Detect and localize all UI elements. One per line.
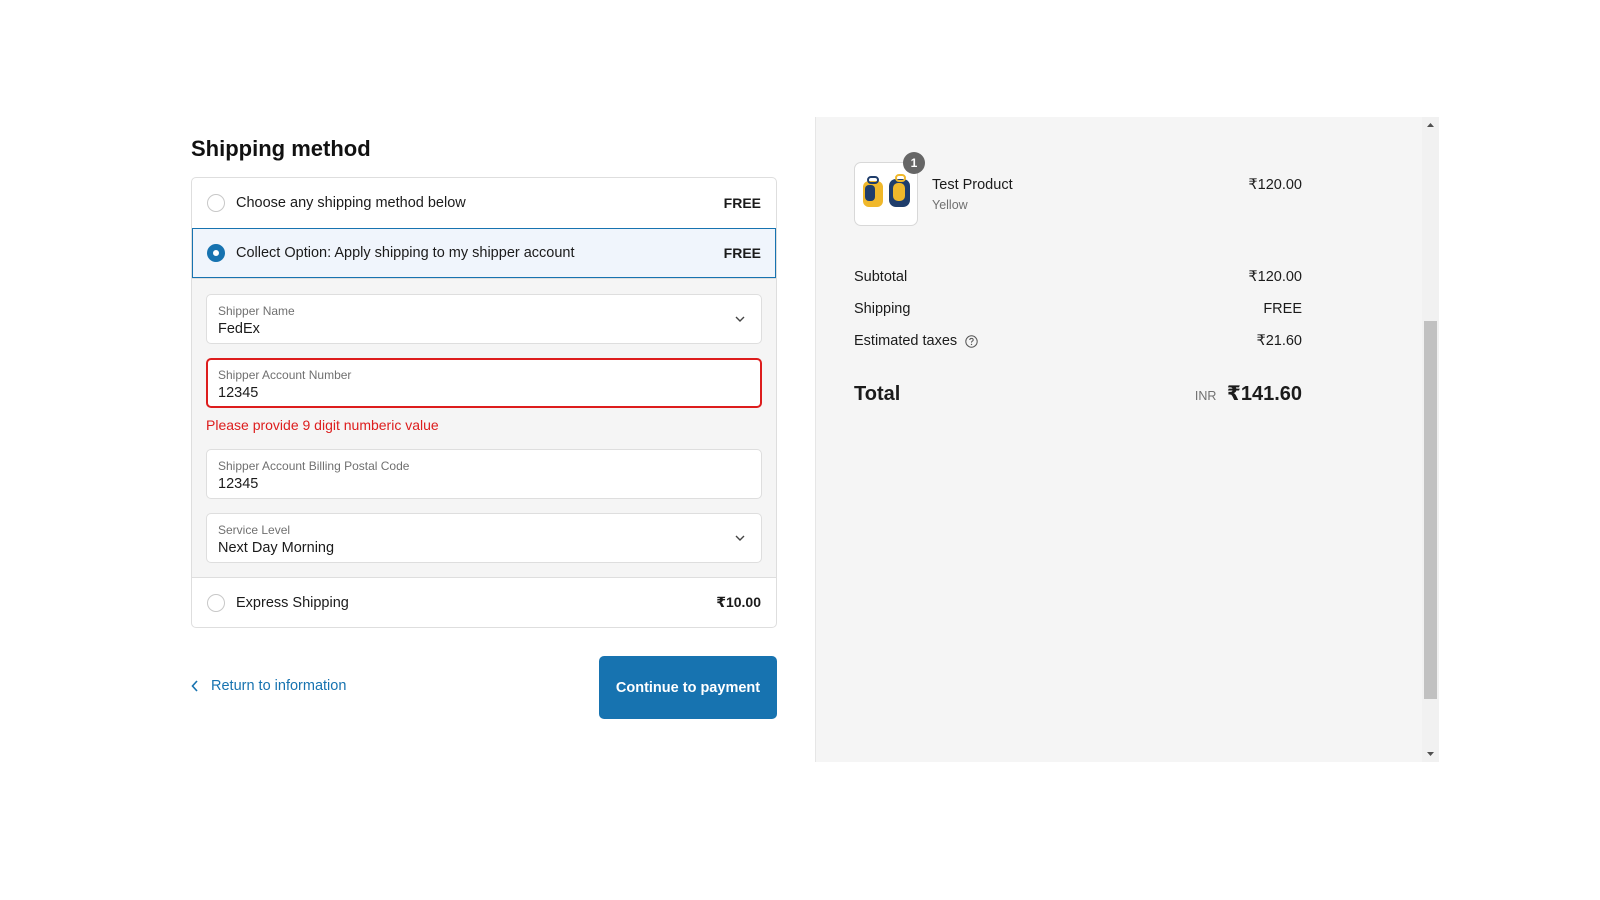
- return-link-label: Return to information: [211, 678, 347, 694]
- checkout-actions: Return to information Continue to paymen…: [191, 656, 777, 720]
- product-thumbnail: 1: [854, 152, 925, 226]
- field-value: FedEx: [218, 321, 260, 337]
- shipping-label: Shipping: [854, 301, 911, 317]
- shipping-option-collect[interactable]: Collect Option: Apply shipping to my shi…: [192, 228, 776, 278]
- chevron-down-icon: [735, 535, 745, 541]
- help-circle-icon[interactable]: [965, 334, 978, 348]
- product-name: Test Product: [932, 177, 1013, 193]
- total-row: Total INR ₹141.60: [854, 381, 1302, 406]
- shipping-option-label: Express Shipping: [236, 594, 349, 611]
- field-error-message: Please provide 9 digit numberic value: [206, 417, 439, 433]
- radio-button[interactable]: [207, 593, 225, 612]
- product-price: ₹120.00: [1248, 177, 1302, 193]
- shipping-option-label: Choose any shipping method below: [236, 195, 466, 211]
- chevron-down-icon: [735, 316, 745, 322]
- subtotal-value: ₹120.00: [1248, 269, 1302, 285]
- cart-line-item: 1 Test Product Yellow ₹120.00: [854, 152, 1302, 228]
- service-level-select[interactable]: Service Level Next Day Morning: [206, 513, 762, 563]
- shipping-option-price: FREE: [723, 195, 761, 211]
- product-variant: Yellow: [932, 198, 968, 212]
- taxes-label: Estimated taxes: [854, 333, 958, 349]
- shipping-row: Shipping FREE: [854, 301, 1302, 317]
- field-value: Next Day Morning: [218, 540, 335, 556]
- taxes-value: ₹21.60: [1256, 333, 1302, 349]
- scroll-down-arrow-icon[interactable]: [1422, 745, 1439, 762]
- return-to-information-link[interactable]: Return to information: [191, 678, 346, 694]
- shipper-account-number-input[interactable]: Shipper Account Number 12345: [206, 358, 762, 408]
- total-amount: ₹141.60: [1226, 383, 1302, 405]
- field-value: 12345: [218, 476, 259, 492]
- total-label: Total: [854, 383, 901, 405]
- shipping-value: FREE: [1263, 301, 1302, 317]
- continue-to-payment-button[interactable]: Continue to payment: [599, 656, 777, 719]
- summary-scrollbar[interactable]: [1422, 117, 1439, 762]
- shipping-option-express[interactable]: Express Shipping ₹10.00: [192, 577, 776, 627]
- total-currency: INR: [1194, 389, 1217, 403]
- order-summary: 1 Test Product Yellow ₹120.00 Subtotal ₹…: [815, 117, 1439, 762]
- shipping-option-price: FREE: [723, 245, 761, 261]
- shipping-option-choose[interactable]: Choose any shipping method below FREE: [192, 178, 776, 228]
- shipping-method-list: Choose any shipping method below FREE Co…: [191, 177, 777, 628]
- radio-button-selected[interactable]: [207, 244, 225, 262]
- shipper-name-select[interactable]: Shipper Name FedEx: [206, 294, 762, 344]
- collect-option-form: Shipper Name FedEx Shipper Account Numbe…: [192, 278, 776, 577]
- subtotal-label: Subtotal: [854, 269, 908, 285]
- quantity-badge: 1: [903, 152, 925, 174]
- page-title: Shipping method: [191, 136, 371, 161]
- radio-button[interactable]: [207, 194, 225, 212]
- field-label: Shipper Account Billing Postal Code: [218, 459, 410, 473]
- shipping-option-label: Collect Option: Apply shipping to my shi…: [236, 245, 575, 261]
- scroll-up-arrow-icon[interactable]: [1422, 117, 1439, 134]
- chevron-left-icon: [191, 680, 198, 692]
- scrollbar-thumb[interactable]: [1424, 321, 1437, 699]
- shipping-option-price: ₹10.00: [716, 594, 761, 610]
- field-value: 12345: [218, 385, 259, 401]
- subtotal-row: Subtotal ₹120.00: [854, 269, 1302, 285]
- taxes-row: Estimated taxes ₹21.60: [854, 333, 1302, 349]
- field-label: Shipper Account Number: [218, 368, 352, 382]
- field-label: Service Level: [218, 523, 291, 537]
- field-label: Shipper Name: [218, 304, 295, 318]
- billing-postal-code-input[interactable]: Shipper Account Billing Postal Code 1234…: [206, 449, 762, 499]
